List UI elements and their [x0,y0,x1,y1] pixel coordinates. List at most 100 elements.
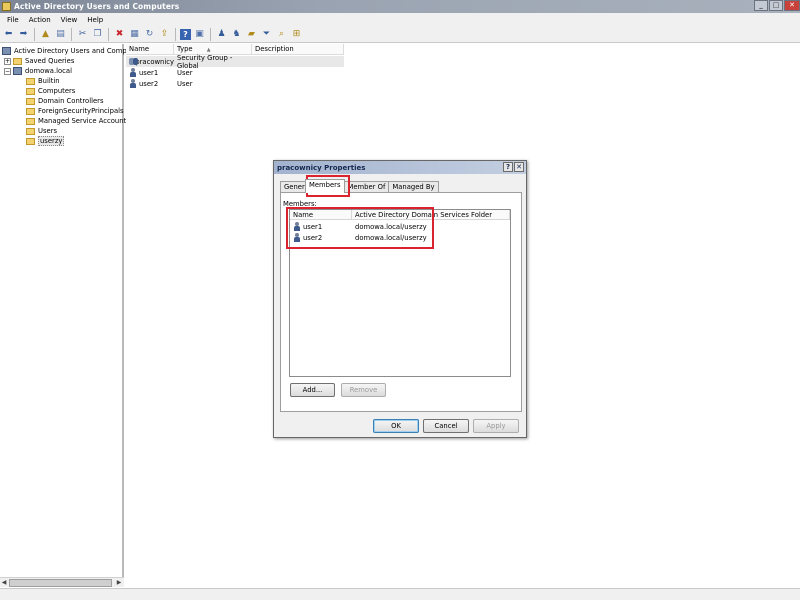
back-arrow-icon[interactable]: ⬅ [2,28,15,41]
folder-icon [26,127,35,135]
column-header-name[interactable]: Name [126,44,174,55]
menu-view[interactable]: View [56,16,83,24]
find-icon[interactable]: ⌕ [275,28,288,41]
menu-bar: File Action View Help [0,13,800,26]
app-icon [2,2,11,11]
tree-item-label: userzy [38,136,65,146]
tree-item-label: Managed Service Accounts [38,117,130,125]
minimize-button[interactable]: _ [754,0,768,11]
collapse-icon[interactable]: − [4,67,11,75]
export-icon[interactable]: ⇪ [158,28,171,41]
window-title: Active Directory Users and Computers [14,2,180,11]
row-name: user2 [139,79,159,88]
new-ou-icon[interactable]: ▰ [245,28,258,41]
show-tree-icon[interactable]: ▤ [54,28,67,41]
tree-item-label: Domain Controllers [38,97,104,105]
list-row[interactable]: user2 User [126,78,344,89]
tree-horizontal-scrollbar[interactable]: ◀ ▶ [0,577,124,587]
properties-icon[interactable]: ▦ [128,28,141,41]
dialog-titlebar[interactable]: pracownicy Properties ? ✕ [274,161,526,174]
dialog-tabs: General Members Member Of Managed By [280,179,439,193]
new-user-icon[interactable]: ♟ [215,28,228,41]
dialog-title: pracownicy Properties [277,163,366,172]
toolbar: ⬅ ➡ ▲ ▤ ✂ ❐ ✖ ▦ ↻ ⇪ ? ▣ ♟ ♞ ▰ ⏷ ⌕ ⊞ [0,26,800,43]
remove-button[interactable]: Remove [341,383,386,397]
tree-root[interactable]: Active Directory Users and Comput [2,46,134,56]
expand-icon[interactable]: + [4,57,11,65]
row-name: pracownicy [135,57,174,66]
domain-icon [13,67,22,75]
tree-item-managed-service-accounts[interactable]: Managed Service Accounts [26,116,130,126]
column-header-type-label: Type [177,45,193,53]
apply-button[interactable]: Apply [473,419,519,433]
user-icon [293,233,301,242]
tree-item-computers[interactable]: Computers [26,86,75,96]
group-icon [129,57,139,66]
menu-file[interactable]: File [2,16,24,24]
scroll-thumb[interactable] [9,579,112,587]
console-tree[interactable]: Active Directory Users and Comput + Save… [0,44,134,587]
column-header-name[interactable]: Name [290,210,352,220]
add-button[interactable]: Add... [290,383,335,397]
tree-item-label: Saved Queries [25,57,75,65]
maximize-button[interactable]: □ [769,0,783,11]
tree-item-label: ForeignSecurityPrincipals [38,107,124,115]
row-type: User [177,79,193,88]
list-row[interactable]: pracownicy Security Group - Global [126,54,344,70]
toolbar-separator [108,27,109,41]
scroll-right-icon[interactable]: ▶ [115,579,123,587]
menu-help[interactable]: Help [82,16,108,24]
tree-item-users[interactable]: Users [26,126,57,136]
folder-icon [26,117,35,125]
sort-ascending-icon: ▲ [206,47,211,53]
list-row[interactable]: user1 User [126,67,344,78]
cancel-button[interactable]: Cancel [423,419,469,433]
tree-root-label: Active Directory Users and Comput [14,47,134,55]
dialog-help-button[interactable]: ? [503,162,513,172]
member-row[interactable]: user2 domowa.local/userzy [290,232,427,243]
members-list[interactable]: Name Active Directory Domain Services Fo… [289,209,511,377]
properties-dialog[interactable]: pracownicy Properties ? ✕ General Member… [273,160,527,438]
close-button[interactable]: ✕ [784,0,800,11]
cut-icon[interactable]: ✂ [76,28,89,41]
tree-item-domain-controllers[interactable]: Domain Controllers [26,96,104,106]
new-group-icon[interactable]: ♞ [230,28,243,41]
tree-item-label: Builtin [38,77,60,85]
tree-item-userzy[interactable]: userzy [26,136,65,146]
status-bar [0,588,800,600]
toolbar-separator [34,27,35,41]
menu-action[interactable]: Action [24,16,56,24]
console-icon[interactable]: ▣ [193,28,206,41]
tree-item-domain[interactable]: − domowa.local [4,66,72,76]
toolbar-separator [175,27,176,41]
ou-folder-icon [26,137,35,145]
tree-item-builtin[interactable]: Builtin [26,76,60,86]
column-header-description[interactable]: Description [252,44,344,55]
scroll-left-icon[interactable]: ◀ [0,579,8,587]
members-list-header: Name Active Directory Domain Services Fo… [290,210,510,220]
toolbar-separator [210,27,211,41]
delete-icon[interactable]: ✖ [113,28,126,41]
row-name: user1 [139,68,159,77]
help-icon[interactable]: ? [180,28,191,40]
copy-icon[interactable]: ❐ [91,28,104,41]
refresh-icon[interactable]: ↻ [143,28,156,41]
tree-item-label: domowa.local [25,67,72,75]
window-titlebar[interactable]: Active Directory Users and Computers _ □… [0,0,800,13]
ok-button[interactable]: OK [373,419,419,433]
up-folder-icon[interactable]: ▲ [39,28,52,41]
tree-item-saved-queries[interactable]: + Saved Queries [4,56,74,66]
forward-arrow-icon[interactable]: ➡ [17,28,30,41]
member-row[interactable]: user1 domowa.local/userzy [290,221,427,232]
tab-members[interactable]: Members [305,179,345,193]
row-type: User [177,68,193,77]
filter-icon[interactable]: ⏷ [260,28,273,41]
dialog-close-button[interactable]: ✕ [514,162,524,172]
tree-item-foreign-security-principals[interactable]: ForeignSecurityPrincipals [26,106,124,116]
tree-item-label: Computers [38,87,76,95]
ou-folder-icon [26,97,35,105]
toolbar-separator [71,27,72,41]
column-header-folder[interactable]: Active Directory Domain Services Folder [352,210,510,220]
member-folder: domowa.local/userzy [355,233,427,242]
add-to-group-icon[interactable]: ⊞ [290,28,303,41]
